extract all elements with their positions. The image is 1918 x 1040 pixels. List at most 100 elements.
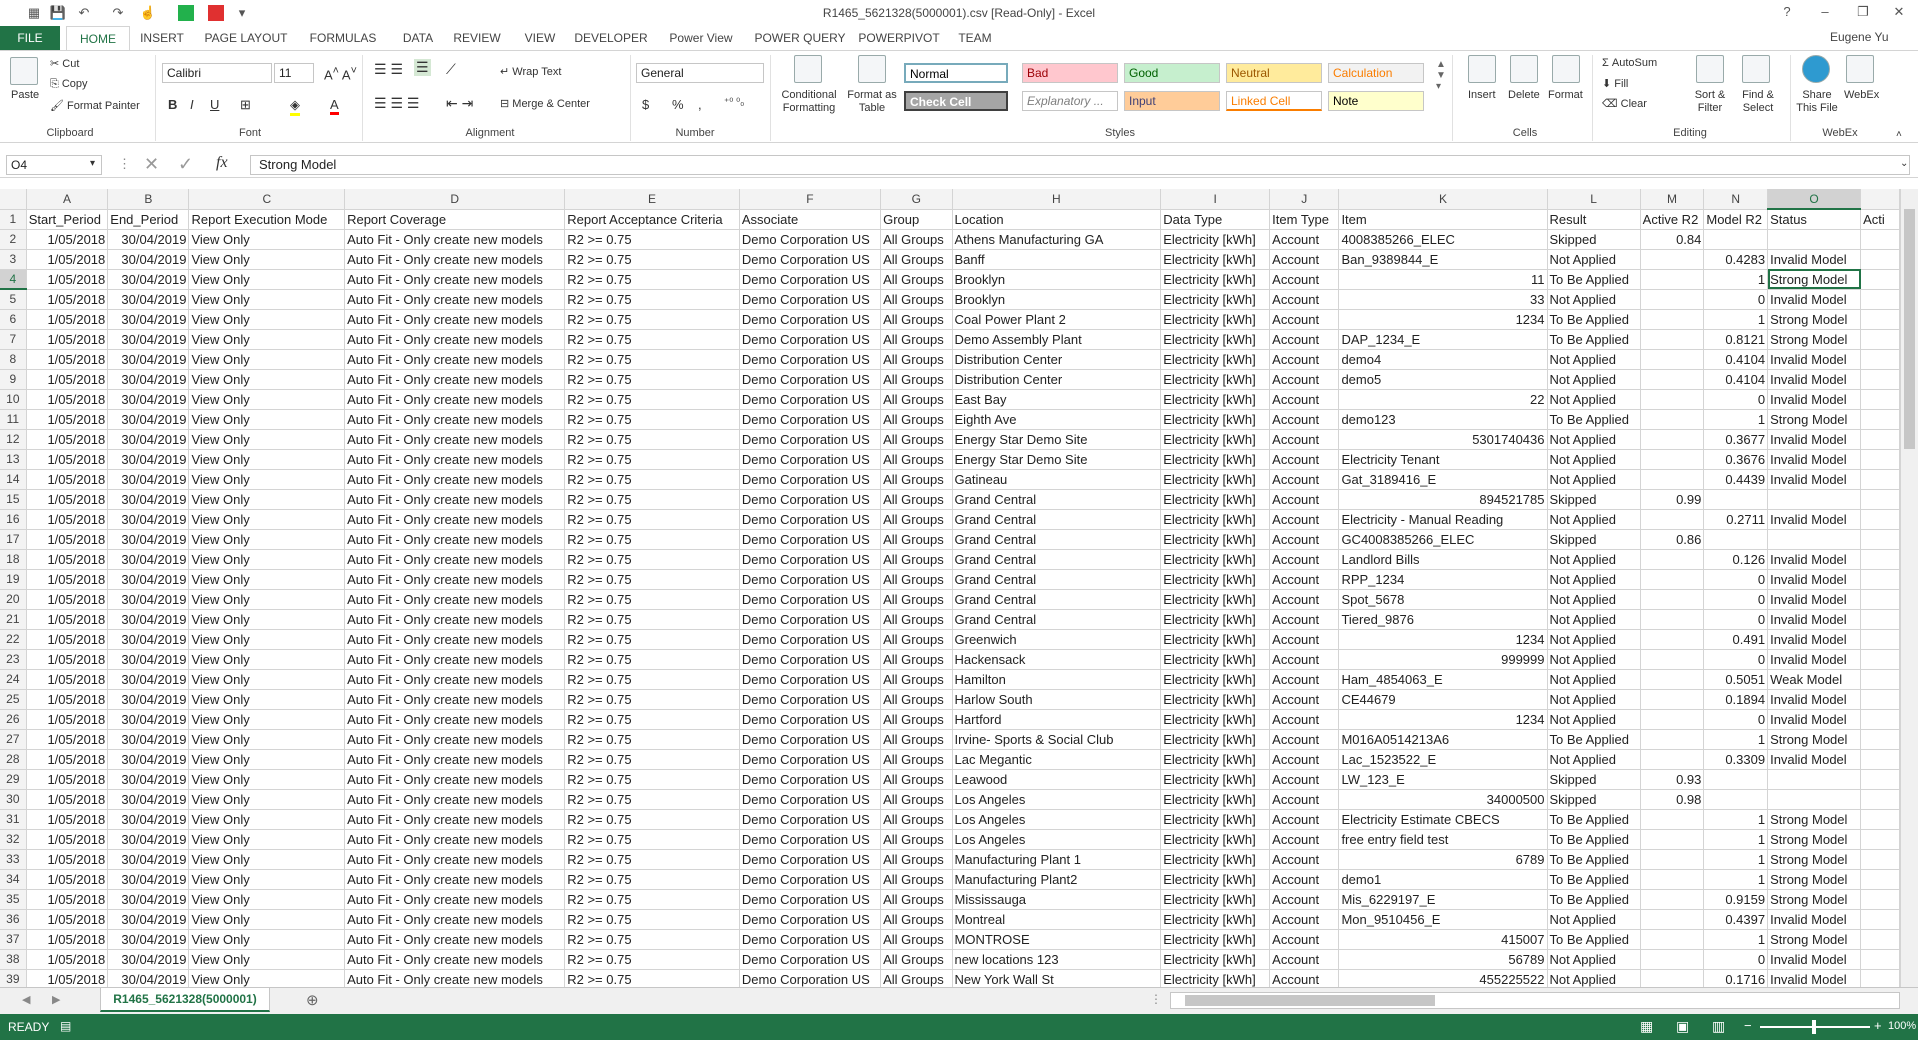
cell[interactable]: View Only [188,369,346,390]
cell[interactable]: Athens Manufacturing GA [952,229,1162,250]
cell[interactable]: Demo Corporation US [739,629,882,650]
cell[interactable] [1640,649,1705,670]
cell[interactable]: 894521785 [1338,489,1548,510]
cell[interactable]: 30/04/2019 [107,529,190,550]
cell[interactable]: Strong Model [1767,869,1862,890]
fill-button[interactable]: ⬇ Fill [1602,77,1628,90]
bold-button[interactable]: B [168,97,177,112]
cell[interactable] [1860,689,1900,710]
cell[interactable]: Not Applied [1547,449,1641,470]
cell[interactable]: Skipped [1547,769,1641,790]
cell[interactable] [1860,409,1900,430]
cell[interactable]: All Groups [880,529,953,550]
currency-button[interactable]: $ [642,97,649,112]
row-header[interactable]: 25 [0,689,27,710]
spreadsheet-grid[interactable]: A B C D E F G H I J K L M N O 1 Start_Period End_Period Re… [0,189,1900,987]
cell[interactable]: Not Applied [1547,509,1641,530]
next-sheet-icon[interactable]: ▶ [52,993,60,1006]
cell[interactable]: Invalid Model [1767,509,1862,530]
cell[interactable]: Not Applied [1547,629,1641,650]
cell[interactable] [1860,329,1900,350]
cell[interactable]: 0 [1703,649,1769,670]
cell[interactable]: Account [1269,489,1340,510]
cell[interactable]: 30/04/2019 [107,429,190,450]
style-input[interactable]: Input [1124,91,1220,111]
cell[interactable]: To Be Applied [1547,829,1641,850]
cell[interactable]: View Only [188,849,346,870]
tab-page-layout[interactable]: PAGE LAYOUT [196,26,296,50]
cell[interactable]: View Only [188,569,346,590]
percent-button[interactable]: % [672,97,684,112]
cell[interactable]: All Groups [880,969,953,987]
cell[interactable]: Demo Corporation US [739,529,882,550]
cell[interactable]: 1 [1703,309,1769,330]
cell[interactable]: Demo Corporation US [739,689,882,710]
cell[interactable]: All Groups [880,829,953,850]
cell[interactable]: 999999 [1338,649,1548,670]
cell[interactable]: Demo Corporation US [739,669,882,690]
cell[interactable]: 30/04/2019 [107,769,190,790]
column-header[interactable]: C [188,189,346,210]
cell[interactable]: 30/04/2019 [107,609,190,630]
cell[interactable]: Electricity [kWh] [1160,529,1271,550]
cell[interactable] [1767,229,1862,250]
cell[interactable]: R2 >= 0.75 [564,689,740,710]
cell[interactable]: 1/05/2018 [26,589,109,610]
cell[interactable]: 1/05/2018 [26,809,109,830]
cell[interactable]: View Only [188,529,346,550]
cell[interactable]: R2 >= 0.75 [564,829,740,850]
cell[interactable]: Ham_4854063_E [1338,669,1548,690]
cell[interactable]: Not Applied [1547,389,1641,410]
cell[interactable]: All Groups [880,689,953,710]
cell[interactable] [1640,249,1705,270]
tab-power-view[interactable]: Power View [656,26,746,50]
zoom-out-icon[interactable]: − [1744,1018,1752,1033]
column-header[interactable]: O [1767,189,1862,210]
cell[interactable]: View Only [188,769,346,790]
horizontal-scrollbar[interactable] [1170,992,1900,1009]
cell[interactable] [1640,269,1705,290]
cell[interactable]: GC4008385266_ELEC [1338,529,1548,550]
cell[interactable] [1860,369,1900,390]
cell[interactable]: Account [1269,869,1340,890]
cell[interactable] [1703,529,1769,550]
cell[interactable]: Auto Fit - Only create new models [344,889,566,910]
row-header[interactable]: 22 [0,629,27,650]
cell[interactable] [1860,609,1900,630]
cell[interactable]: Electricity [kWh] [1160,669,1271,690]
cell[interactable]: Demo Corporation US [739,289,882,310]
cell[interactable]: 56789 [1338,949,1548,970]
cell[interactable]: 1 [1703,809,1769,830]
cell[interactable]: Account [1269,409,1340,430]
cell[interactable]: Account [1269,909,1340,930]
cell[interactable]: R2 >= 0.75 [564,349,740,370]
cell[interactable]: Auto Fit - Only create new models [344,349,566,370]
cell[interactable]: Invalid Model [1767,649,1862,670]
cell[interactable]: Electricity [kWh] [1160,649,1271,670]
cell[interactable]: R2 >= 0.75 [564,629,740,650]
cell[interactable]: Banff [952,249,1162,270]
cell[interactable] [1860,889,1900,910]
cell[interactable]: 30/04/2019 [107,449,190,470]
cell[interactable]: Auto Fit - Only create new models [344,309,566,330]
cell[interactable] [1860,449,1900,470]
cell[interactable]: 1/05/2018 [26,549,109,570]
row-header[interactable]: 26 [0,709,27,730]
row-header[interactable]: 30 [0,789,27,810]
cell[interactable]: Account [1269,949,1340,970]
cell[interactable] [1860,929,1900,950]
user-name[interactable]: Eugene Yu [1830,30,1889,44]
cell[interactable]: Not Applied [1547,429,1641,450]
cut-button[interactable]: ✂ Cut [50,57,79,70]
cell[interactable]: Electricity [kWh] [1160,269,1271,290]
cell[interactable]: 30/04/2019 [107,389,190,410]
cell[interactable]: 30/04/2019 [107,729,190,750]
cell[interactable]: Electricity [kWh] [1160,929,1271,950]
cell[interactable]: View Only [188,409,346,430]
cell[interactable] [1640,889,1705,910]
select-all-corner[interactable] [0,189,27,210]
cell[interactable]: Electricity [kWh] [1160,229,1271,250]
cell[interactable]: Electricity [kWh] [1160,309,1271,330]
cell[interactable]: R2 >= 0.75 [564,809,740,830]
row-header[interactable]: 34 [0,869,27,890]
